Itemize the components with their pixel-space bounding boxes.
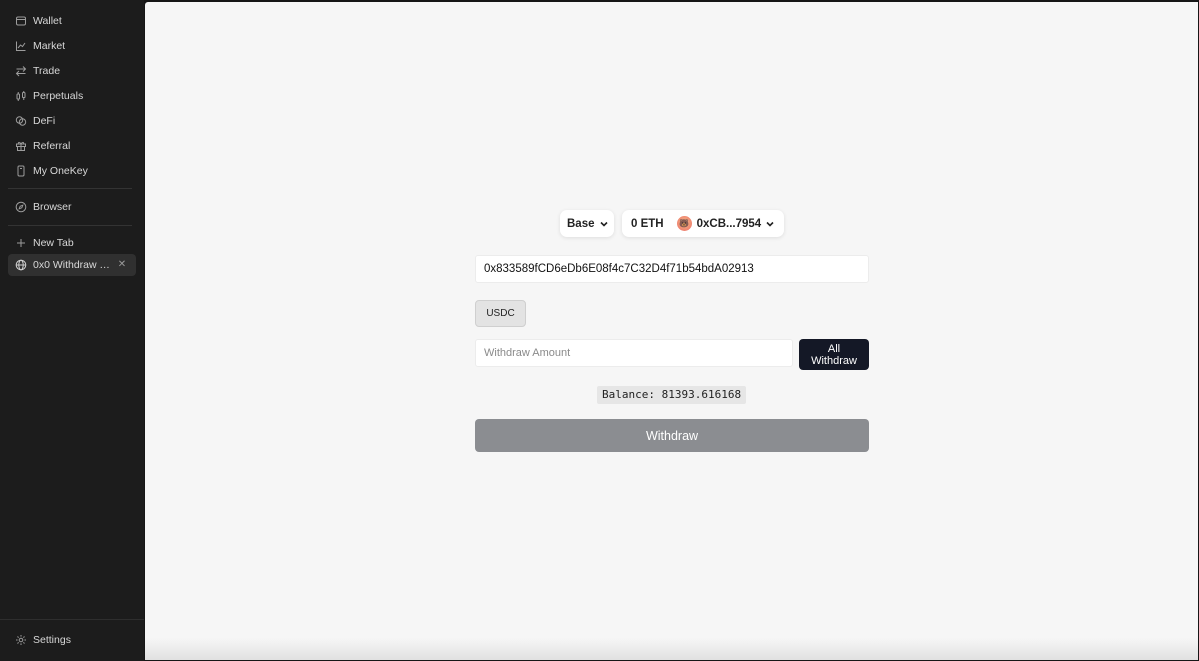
sidebar-item-label: Perpetuals: [33, 90, 84, 102]
withdraw-button[interactable]: Withdraw: [475, 419, 869, 452]
all-withdraw-label: All Withdraw: [811, 343, 857, 367]
sidebar-item-market[interactable]: Market: [8, 35, 136, 57]
all-withdraw-line1: All: [827, 342, 841, 355]
chart-icon: [14, 40, 27, 53]
address-input[interactable]: [475, 255, 869, 283]
account-avatar-icon: 🐻: [676, 216, 692, 231]
all-withdraw-button[interactable]: All Withdraw: [799, 339, 869, 370]
eth-balance: 0 ETH: [631, 217, 664, 230]
sidebar-item-label: Referral: [33, 140, 71, 152]
token-label: USDC: [486, 308, 515, 319]
swap-icon: [14, 65, 27, 78]
token-selector-button[interactable]: USDC: [475, 300, 526, 327]
sidebar-item-label: DeFi: [33, 115, 56, 127]
network-selector[interactable]: Base: [560, 210, 614, 237]
sidebar-item-defi[interactable]: DeFi: [8, 110, 136, 132]
sidebar-item-label: Trade: [33, 65, 61, 77]
compass-icon: [14, 201, 27, 214]
sidebar-item-settings[interactable]: Settings: [8, 629, 136, 651]
sidebar-item-label: Settings: [33, 634, 71, 646]
sidebar-item-browser[interactable]: Browser: [8, 196, 136, 218]
sidebar-item-trade[interactable]: Trade: [8, 60, 136, 82]
all-withdraw-line2: Withdraw: [811, 354, 857, 367]
sidebar-divider: [8, 188, 132, 189]
sidebar-divider: [8, 225, 132, 226]
sidebar-item-label: My OneKey: [33, 165, 88, 177]
device-icon: [14, 165, 27, 178]
gift-icon: [14, 140, 27, 153]
withdraw-amount-input[interactable]: [475, 339, 793, 367]
sidebar-item-label: Market: [33, 40, 66, 52]
sidebar-item-my-onekey[interactable]: My OneKey: [8, 160, 136, 182]
sidebar-item-label: Wallet: [33, 15, 62, 27]
network-label: Base: [567, 217, 595, 230]
account-selector[interactable]: 0 ETH 🐻 0xCB...7954: [622, 210, 784, 237]
sidebar-item-label: New Tab: [33, 237, 74, 249]
close-icon[interactable]: ✕: [116, 258, 128, 272]
sidebar-item-perpetuals[interactable]: Perpetuals: [8, 85, 136, 107]
coins-icon: [14, 115, 27, 128]
browser-tab-withdraw[interactable]: 0x0 Withdraw T... ✕: [8, 254, 136, 276]
withdraw-label: Withdraw: [645, 428, 699, 443]
globe-icon: [14, 259, 27, 272]
sidebar-item-wallet[interactable]: Wallet: [8, 10, 136, 32]
plus-icon: [14, 237, 27, 250]
bottom-fade: [145, 638, 1198, 660]
chevron-down-icon: [766, 221, 774, 227]
sidebar-divider: [0, 619, 144, 620]
webview-content: Base 0 ETH 🐻 0xCB...7954 USDC All Withdr…: [145, 2, 1198, 660]
sidebar-item-referral[interactable]: Referral: [8, 135, 136, 157]
account-address: 0xCB...7954: [696, 217, 762, 230]
new-tab-button[interactable]: New Tab: [8, 232, 136, 254]
wallet-icon: [14, 15, 27, 28]
sidebar: Wallet Market Trade Perpetuals DeFi Refe…: [0, 0, 144, 661]
gear-icon: [14, 634, 27, 647]
candlestick-icon: [14, 90, 27, 103]
tab-title: 0x0 Withdraw T...: [33, 259, 113, 271]
balance-display: Balance: 81393.616168: [597, 386, 747, 404]
sidebar-item-label: Browser: [33, 201, 72, 213]
app-window: Wallet Market Trade Perpetuals DeFi Refe…: [0, 0, 1199, 661]
chevron-down-icon: [599, 221, 608, 227]
